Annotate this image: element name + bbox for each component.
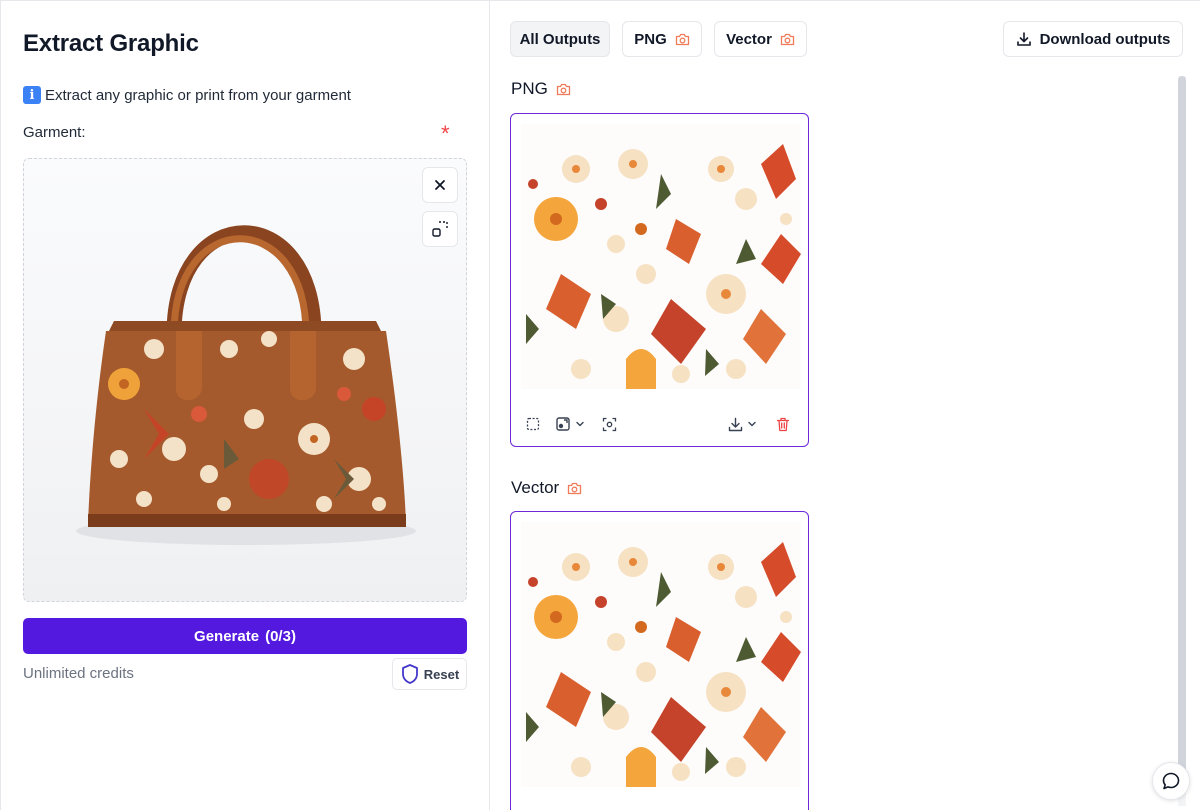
close-icon [435,180,445,190]
download-outputs-button[interactable]: Download outputs [1003,21,1183,57]
output-card-png[interactable] [510,113,809,447]
shield-icon [401,664,418,684]
reset-button[interactable]: Reset [392,658,467,690]
tab-vector[interactable]: Vector [714,21,807,57]
tab-png[interactable]: PNG [622,21,702,57]
card-toolbar [511,412,808,436]
page-title: Extract Graphic [23,30,199,57]
generate-button[interactable]: Generate (0/3) [23,618,467,654]
dashed-square-icon [526,417,540,431]
info-icon: i [23,86,41,104]
camera-icon [568,482,582,494]
output-image-png [521,124,801,389]
focus-icon [602,417,617,431]
camera-icon [675,33,689,45]
select-region-icon [432,221,448,237]
left-panel: Extract Graphic i Extract any graphic or… [0,0,490,810]
output-image-vector [521,522,801,787]
camera-icon [556,83,570,95]
reset-label: Reset [423,666,460,682]
chat-bubble-icon [1162,772,1180,790]
chat-button[interactable] [1152,762,1190,800]
chevron-down-icon [576,421,584,427]
section-title-vector: Vector [511,478,582,498]
select-region-button[interactable] [422,211,458,247]
garment-upload-dropzone[interactable] [23,158,467,602]
tab-label: Vector [726,30,772,48]
download-icon [728,417,743,431]
output-card-vector[interactable] [510,511,809,810]
chevron-down-icon [748,421,756,427]
garment-image [76,225,416,545]
download-outputs-label: Download outputs [1039,30,1171,48]
download-icon [1016,32,1031,46]
section-title-png: PNG [511,79,571,99]
delete-button[interactable] [776,412,790,436]
section-title-label: PNG [511,79,548,98]
section-title-label: Vector [511,478,560,497]
generate-count: (0/3) [265,627,296,645]
info-row: i Extract any graphic or print from your… [23,86,351,104]
focus-button[interactable] [602,412,617,436]
required-marker: * [441,121,450,146]
tab-label: PNG [634,30,667,48]
generate-label: Generate [194,627,260,645]
info-text: Extract any graphic or print from your g… [45,86,351,104]
credits-text: Unlimited credits [23,665,134,682]
tab-all-outputs[interactable]: All Outputs [510,21,610,57]
scrollbar-thumb[interactable] [1178,76,1186,776]
garment-label: Garment: [23,124,86,141]
camera-icon [780,33,795,45]
shapes-icon [556,417,570,431]
select-button[interactable] [526,412,540,436]
tab-label: All Outputs [519,30,601,48]
variations-dropdown[interactable] [555,412,585,436]
download-dropdown[interactable] [728,412,757,436]
remove-image-button[interactable] [422,167,458,203]
trash-icon [776,417,790,431]
